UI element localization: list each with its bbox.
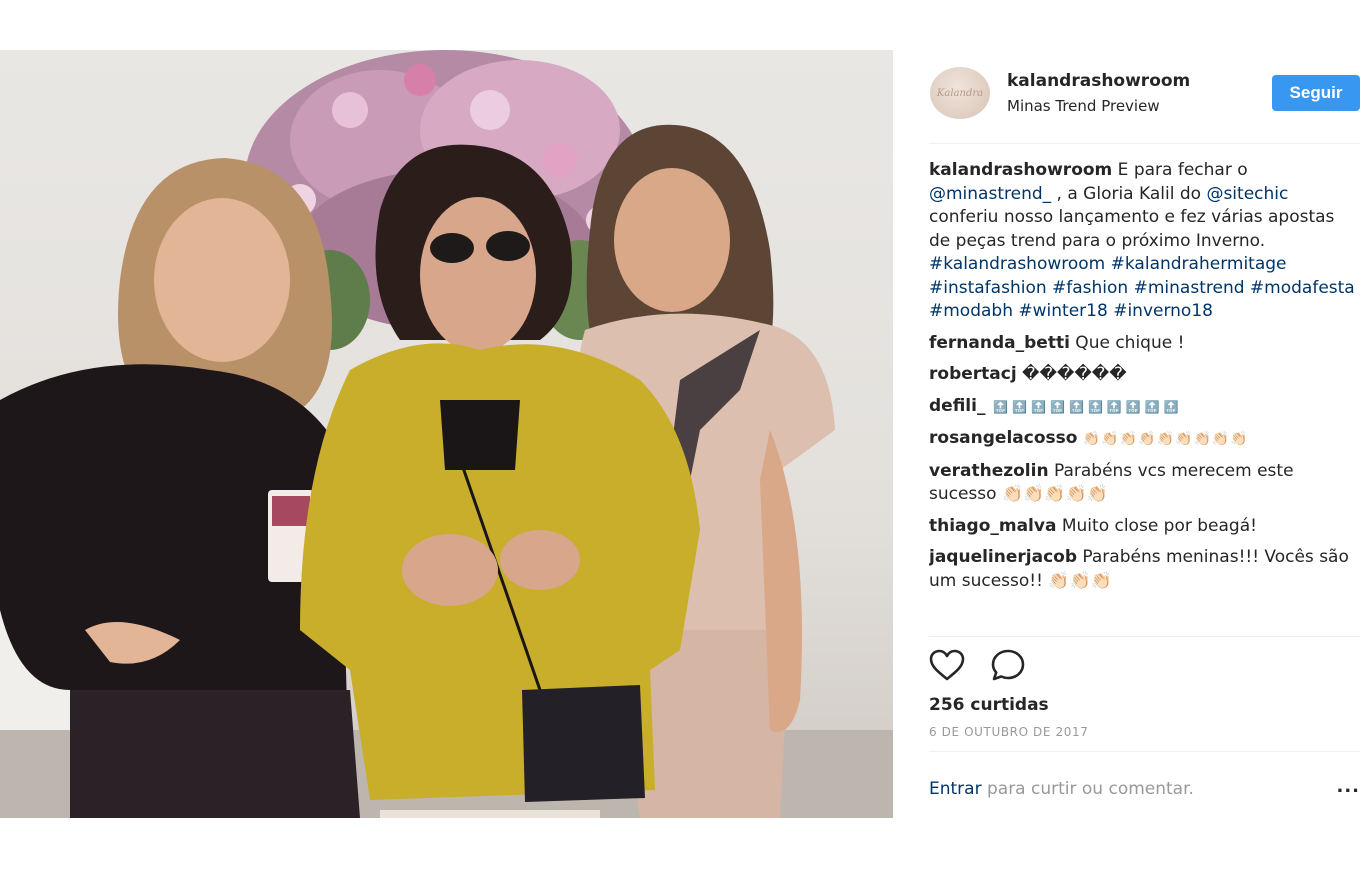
- comment-icon[interactable]: [991, 649, 1025, 685]
- comment-item: defili_ 🔝🔝🔝🔝🔝🔝🔝🔝🔝🔝: [929, 395, 1360, 420]
- hashtag-link[interactable]: #winter18: [1018, 301, 1107, 321]
- header-username[interactable]: kalandrashowroom: [1007, 71, 1190, 91]
- hashtag-link[interactable]: #modafesta: [1250, 278, 1355, 298]
- comment-text: Muito close por beagá!: [1056, 515, 1257, 536]
- comment-username[interactable]: fernanda_betti: [929, 333, 1070, 353]
- login-text: Entrar para curtir ou comentar.: [929, 779, 1194, 799]
- comment-item: jaquelinerjacob Parabéns meninas!!! Você…: [929, 546, 1360, 593]
- photo-illustration: [0, 50, 893, 818]
- caption: kalandrashowroom E para fechar o @minast…: [929, 159, 1360, 324]
- likes-count[interactable]: 256 curtidas: [929, 695, 1360, 725]
- post-photo[interactable]: [0, 50, 893, 818]
- caption-text: conferiu nosso lançamento e fez várias a…: [929, 207, 1335, 251]
- comment-item: fernanda_betti Que chique !: [929, 332, 1360, 356]
- comment-text: 👏🏻👏🏻👏🏻👏🏻👏🏻👏🏻👏🏻👏🏻👏🏻: [1077, 431, 1249, 447]
- hashtag-list: #kalandrashowroom #kalandrahermitage #in…: [929, 253, 1360, 324]
- hashtag-link[interactable]: #instafashion: [929, 278, 1047, 298]
- comment-username[interactable]: verathezolin: [929, 461, 1049, 481]
- hashtag-link[interactable]: #kalandrashowroom: [929, 254, 1105, 274]
- comment-item: thiago_malva Muito close por beagá!: [929, 515, 1360, 539]
- comment-text: ������: [1016, 364, 1127, 384]
- hashtag-link[interactable]: #inverno18: [1113, 301, 1213, 321]
- comment-text: Que chique !: [1069, 332, 1185, 353]
- login-prompt: Entrar para curtir ou comentar. ...: [929, 752, 1360, 812]
- caption-text: , a Gloria Kalil do: [1051, 183, 1207, 204]
- follow-button[interactable]: Seguir: [1272, 75, 1360, 111]
- comment-username[interactable]: robertacj: [929, 364, 1017, 384]
- avatar-logo-text: Kalandra: [936, 87, 984, 99]
- comment-item: robertacj ������: [929, 363, 1360, 387]
- caption-text: E para fechar o: [1112, 160, 1248, 180]
- hashtag-link[interactable]: #modabh: [929, 301, 1013, 321]
- comment-username[interactable]: rosangelacosso: [929, 428, 1077, 448]
- login-rest: para curtir ou comentar.: [981, 779, 1194, 799]
- comment-item: verathezolin Parabéns vcs merecem este s…: [929, 460, 1360, 507]
- hashtag-link[interactable]: #fashion: [1052, 278, 1128, 298]
- comment-username[interactable]: jaquelinerjacob: [929, 547, 1077, 567]
- caption-username[interactable]: kalandrashowroom: [929, 160, 1112, 180]
- mention-link[interactable]: @sitechic: [1206, 184, 1288, 204]
- comment-username[interactable]: thiago_malva: [929, 516, 1056, 536]
- post-sidebar: Kalandra kalandrashowroom Minas Trend Pr…: [929, 50, 1360, 812]
- more-icon[interactable]: ...: [1336, 776, 1360, 797]
- header-location[interactable]: Minas Trend Preview: [1007, 97, 1160, 115]
- heart-icon[interactable]: [929, 649, 965, 685]
- post-date[interactable]: 6 DE OUTUBRO DE 2017: [929, 725, 1360, 752]
- comments-section: kalandrashowroom E para fechar o @minast…: [929, 144, 1360, 637]
- mention-link[interactable]: @minastrend_: [929, 184, 1051, 204]
- hashtag-link[interactable]: #minastrend: [1134, 278, 1245, 298]
- comment-item: rosangelacosso 👏🏻👏🏻👏🏻👏🏻👏🏻👏🏻👏🏻👏🏻👏🏻: [929, 427, 1360, 452]
- instagram-post: Kalandra kalandrashowroom Minas Trend Pr…: [0, 0, 1368, 870]
- comment-text: 🔝🔝🔝🔝🔝🔝🔝🔝🔝🔝: [985, 399, 1183, 414]
- action-bar: [929, 637, 1360, 695]
- comment-username[interactable]: defili_: [929, 396, 985, 416]
- post-header: Kalandra kalandrashowroom Minas Trend Pr…: [929, 50, 1360, 144]
- avatar[interactable]: Kalandra: [930, 67, 990, 119]
- login-link[interactable]: Entrar: [929, 779, 982, 799]
- hashtag-link[interactable]: #kalandrahermitage: [1111, 254, 1287, 274]
